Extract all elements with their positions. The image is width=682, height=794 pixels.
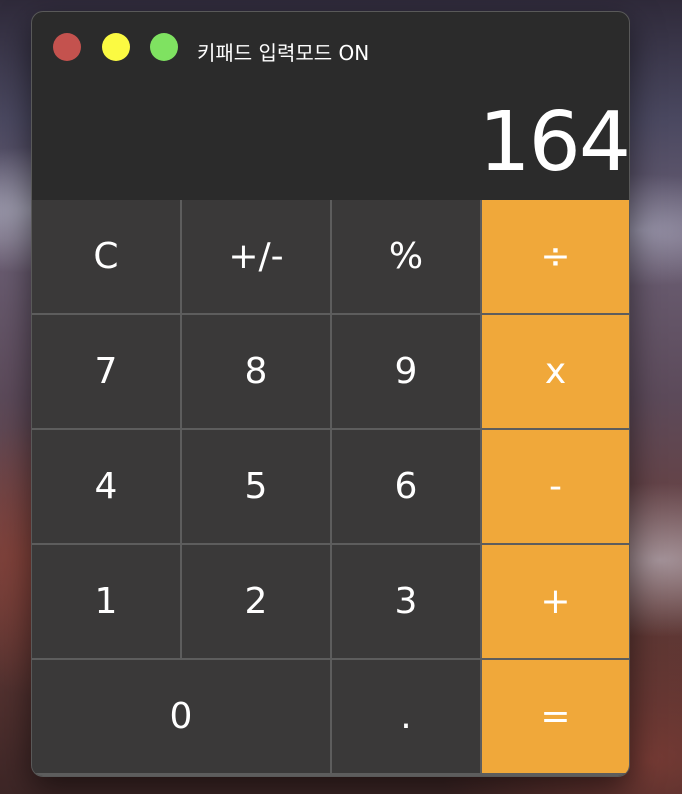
digit-8-button[interactable]: 8 <box>182 315 330 428</box>
digit-3-button[interactable]: 3 <box>332 545 480 658</box>
digit-6-button[interactable]: 6 <box>332 430 480 543</box>
equals-button[interactable]: = <box>482 660 629 773</box>
digit-1-button[interactable]: 1 <box>32 545 180 658</box>
percent-button[interactable]: % <box>332 200 480 313</box>
clear-button[interactable]: C <box>32 200 180 313</box>
calculator-window: 키패드 입력모드 ON 164 C +/- % ÷ 7 8 9 x 4 5 6 … <box>31 11 630 777</box>
add-button[interactable]: + <box>482 545 629 658</box>
digit-4-button[interactable]: 4 <box>32 430 180 543</box>
close-button[interactable] <box>53 33 81 61</box>
sign-toggle-button[interactable]: +/- <box>182 200 330 313</box>
divide-button[interactable]: ÷ <box>482 200 629 313</box>
digit-0-button[interactable]: 0 <box>32 660 330 773</box>
title-bar: 키패드 입력모드 ON <box>32 12 629 84</box>
subtract-button[interactable]: - <box>482 430 629 543</box>
decimal-button[interactable]: . <box>332 660 480 773</box>
result-display: 164 <box>478 95 629 190</box>
digit-9-button[interactable]: 9 <box>332 315 480 428</box>
digit-5-button[interactable]: 5 <box>182 430 330 543</box>
multiply-button[interactable]: x <box>482 315 629 428</box>
minimize-button[interactable] <box>102 33 130 61</box>
digit-2-button[interactable]: 2 <box>182 545 330 658</box>
keypad: C +/- % ÷ 7 8 9 x 4 5 6 - 1 2 3 + 0 . = <box>32 200 629 776</box>
window-title: 키패드 입력모드 ON <box>197 41 370 65</box>
digit-7-button[interactable]: 7 <box>32 315 180 428</box>
zoom-button[interactable] <box>150 33 178 61</box>
